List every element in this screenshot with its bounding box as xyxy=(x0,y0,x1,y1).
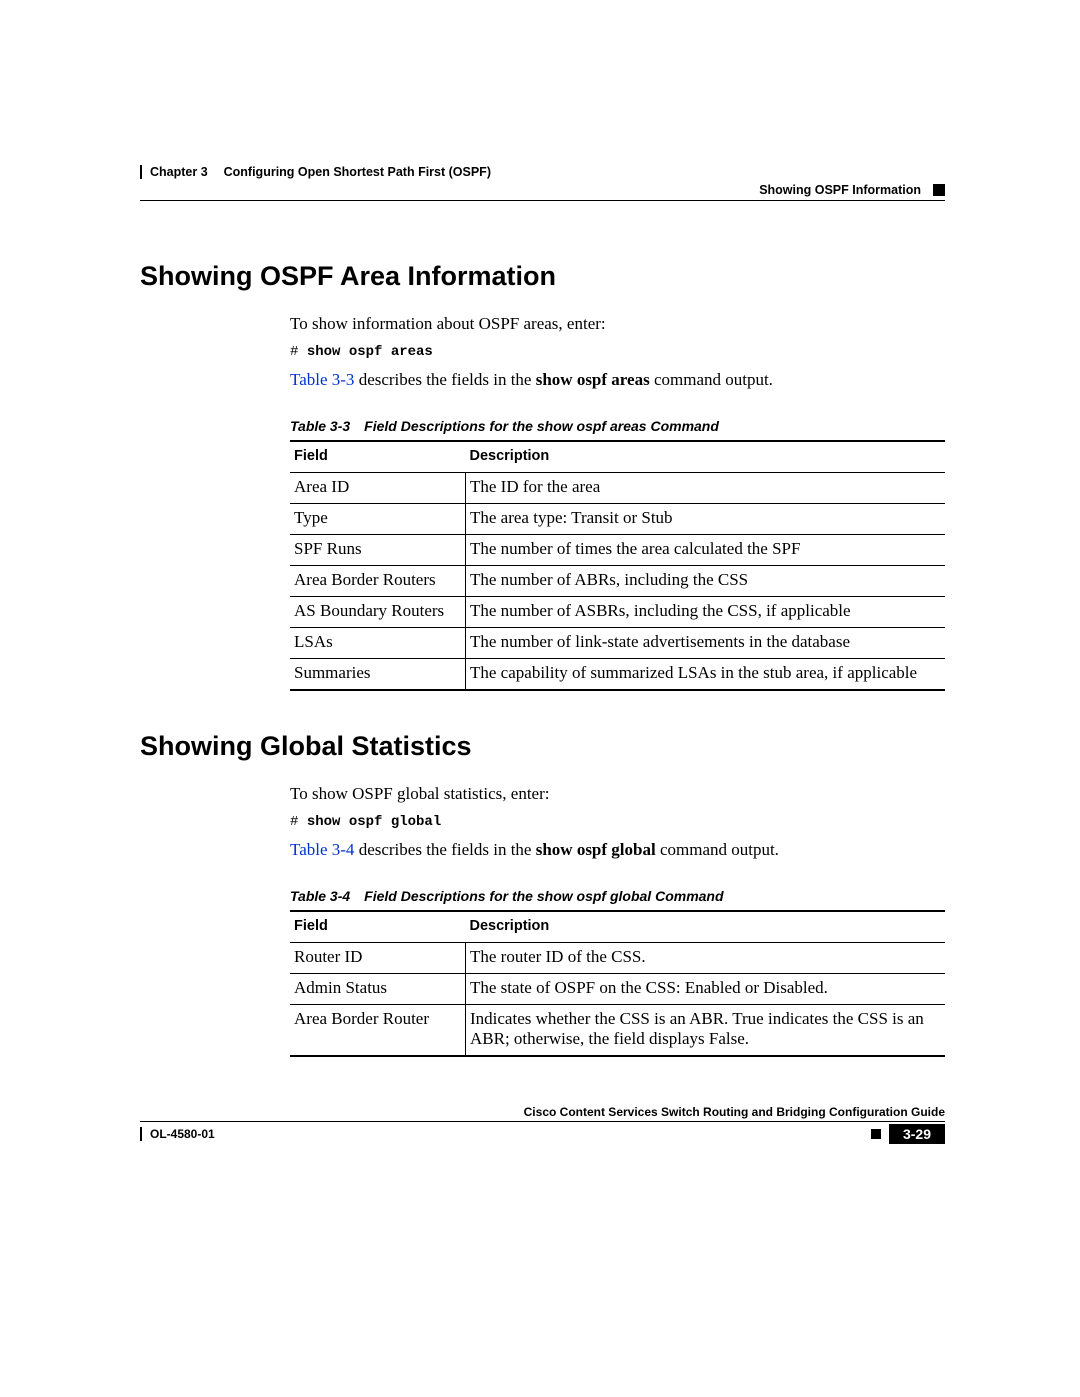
page-footer: Cisco Content Services Switch Routing an… xyxy=(140,1105,945,1144)
table-row: Area Border RouterIndicates whether the … xyxy=(290,1005,945,1057)
intro-text-a: To show information about OSPF areas, en… xyxy=(290,314,945,334)
table-reference-b: Table 3-4 describes the fields in the sh… xyxy=(290,840,945,860)
table-row: LSAsThe number of link-state advertiseme… xyxy=(290,628,945,659)
table-row: Area Border RoutersThe number of ABRs, i… xyxy=(290,566,945,597)
col-header-description: Description xyxy=(466,911,946,943)
col-header-field: Field xyxy=(290,911,466,943)
table-3-4: Field Description Router IDThe router ID… xyxy=(290,910,945,1057)
guide-title: Cisco Content Services Switch Routing an… xyxy=(140,1105,945,1122)
table-link-3-4[interactable]: Table 3-4 xyxy=(290,840,354,859)
table-link-3-3[interactable]: Table 3-3 xyxy=(290,370,354,389)
table-row: SummariesThe capability of summarized LS… xyxy=(290,659,945,691)
page-number: 3-29 xyxy=(889,1124,945,1144)
col-header-description: Description xyxy=(466,441,946,473)
table-row: AS Boundary RoutersThe number of ASBRs, … xyxy=(290,597,945,628)
heading-show-global-stats: Showing Global Statistics xyxy=(140,731,945,762)
table-row: Router IDThe router ID of the CSS. xyxy=(290,943,945,974)
command-b: show ospf global xyxy=(307,814,441,830)
table-3-3: Field Description Area IDThe ID for the … xyxy=(290,440,945,691)
heading-show-ospf-area: Showing OSPF Area Information xyxy=(140,261,945,292)
command-a: show ospf areas xyxy=(307,344,433,360)
col-header-field: Field xyxy=(290,441,466,473)
table-row: SPF RunsThe number of times the area cal… xyxy=(290,535,945,566)
command-line-a: # show ospf areas xyxy=(290,344,945,360)
section-breadcrumb: Showing OSPF Information xyxy=(759,183,921,197)
table-row: TypeThe area type: Transit or Stub xyxy=(290,504,945,535)
chapter-breadcrumb: Chapter 3 Configuring Open Shortest Path… xyxy=(140,165,945,179)
table-reference-a: Table 3-3 describes the fields in the sh… xyxy=(290,370,945,390)
table-3-4-caption: Table 3-4 Field Descriptions for the sho… xyxy=(290,888,945,904)
table-row: Area IDThe ID for the area xyxy=(290,473,945,504)
command-line-b: # show ospf global xyxy=(290,814,945,830)
footer-marker-icon xyxy=(871,1129,881,1139)
table-row: Admin StatusThe state of OSPF on the CSS… xyxy=(290,974,945,1005)
document-id: OL-4580-01 xyxy=(140,1127,215,1141)
intro-text-b: To show OSPF global statistics, enter: xyxy=(290,784,945,804)
table-3-3-caption: Table 3-3 Field Descriptions for the sho… xyxy=(290,418,945,434)
header-marker-icon xyxy=(933,184,945,196)
